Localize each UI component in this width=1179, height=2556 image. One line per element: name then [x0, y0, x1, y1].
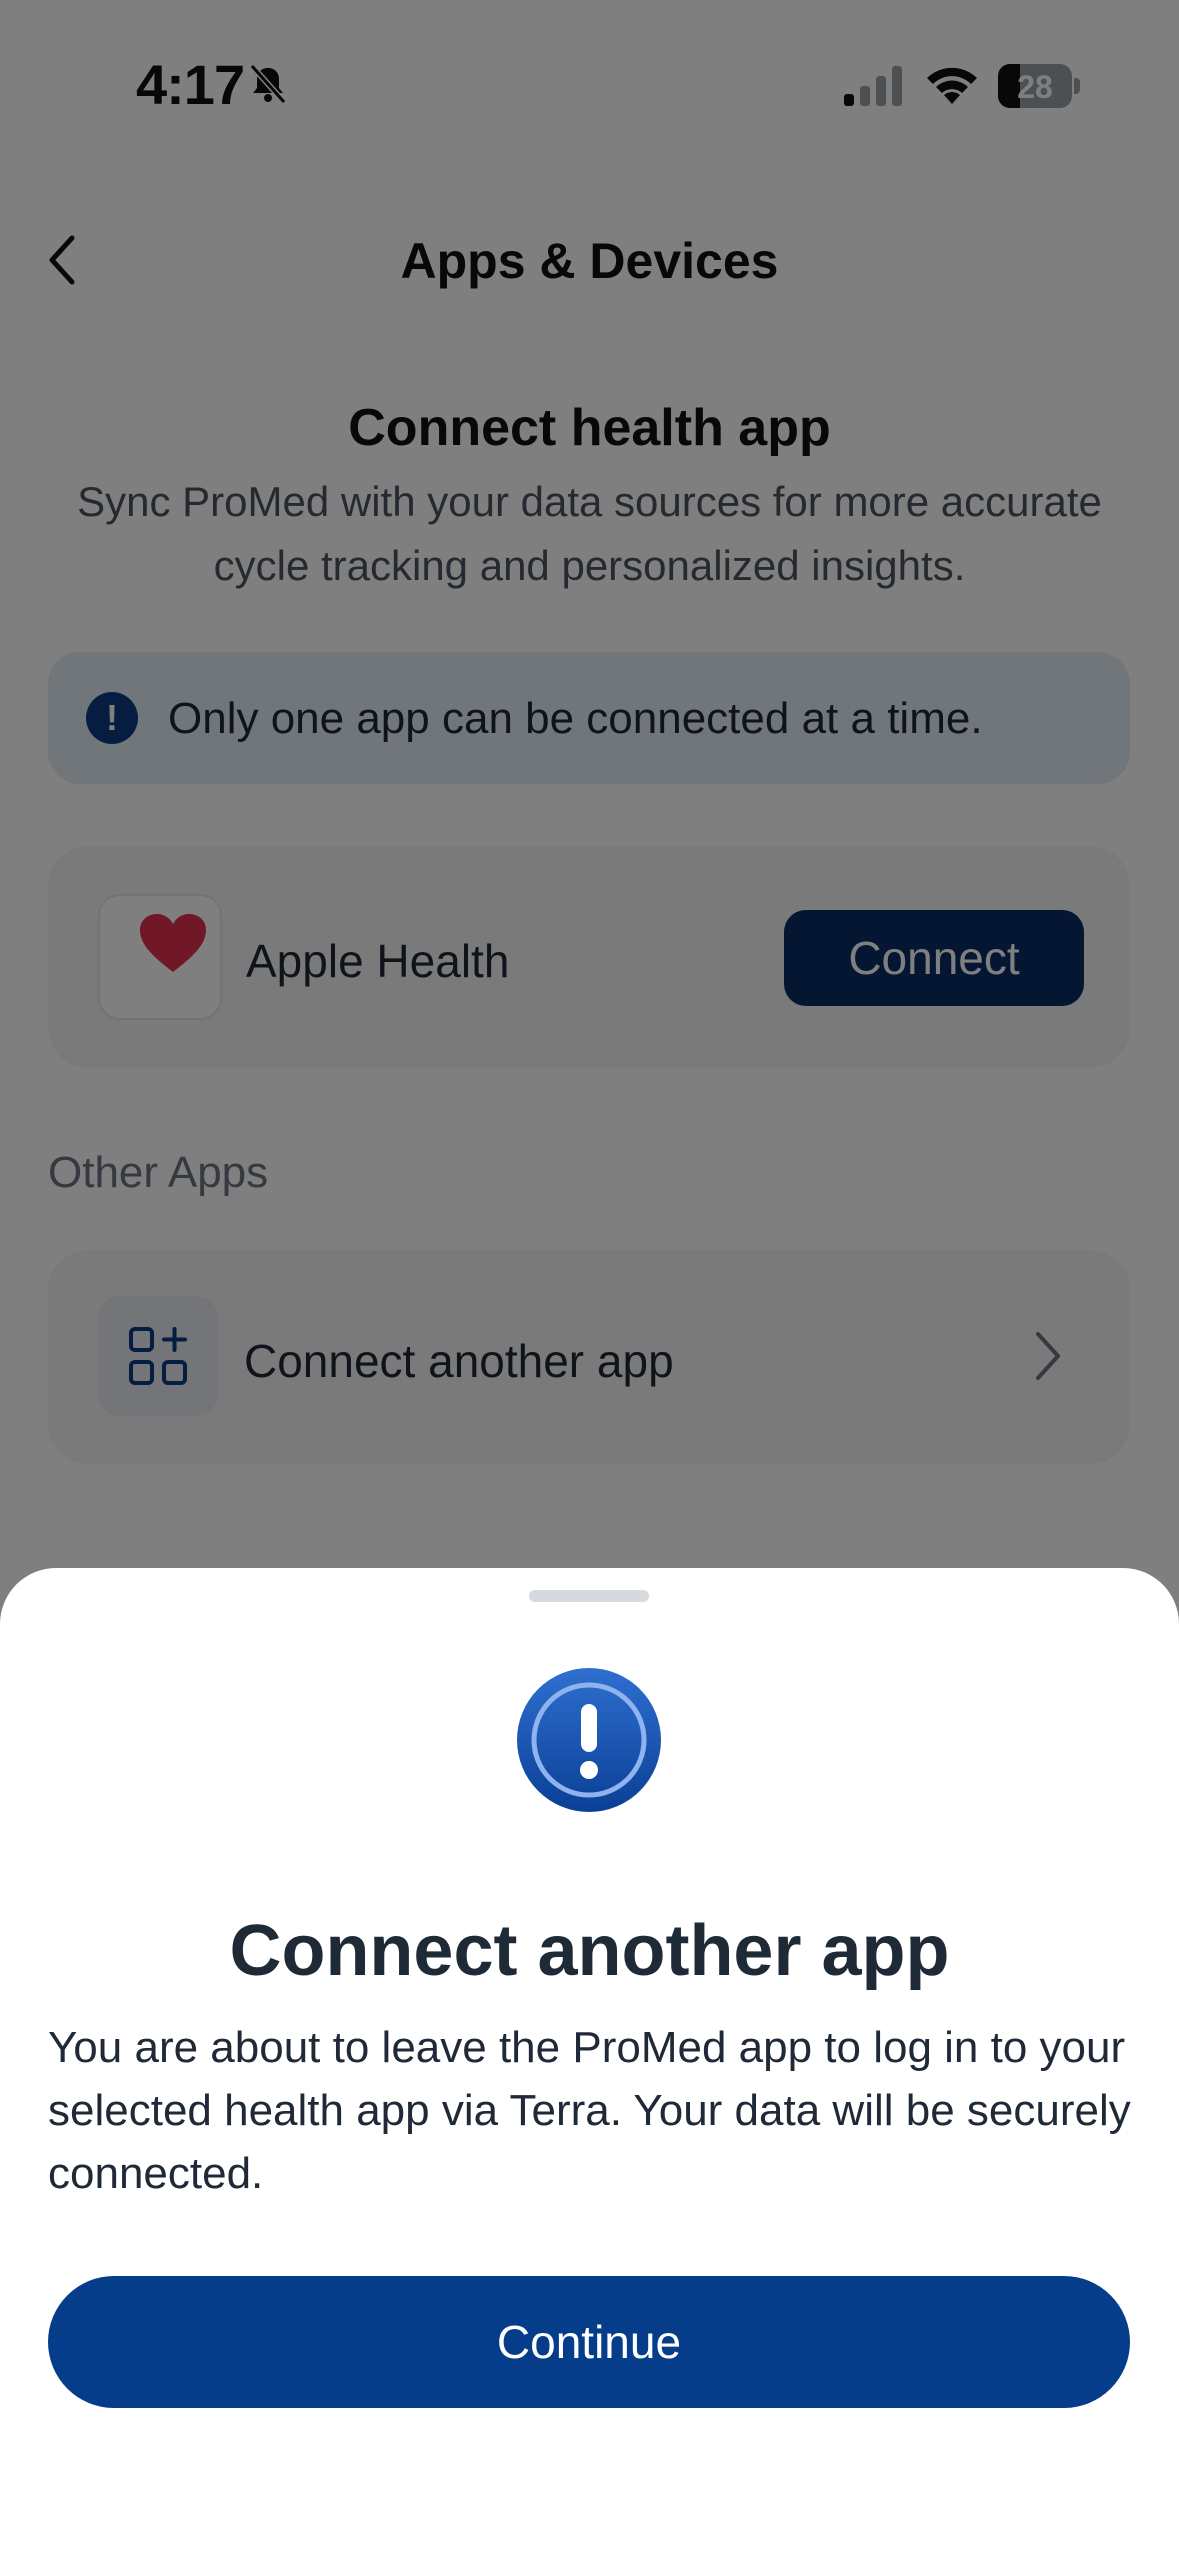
sheet-grabber[interactable]: [529, 1590, 649, 1602]
alert-icon: [517, 1668, 661, 1812]
sheet-body: You are about to leave the ProMed app to…: [48, 2023, 1131, 2198]
continue-button[interactable]: Continue: [48, 2276, 1130, 2408]
bottom-sheet: Connect another app You are about to lea…: [0, 1568, 1179, 2556]
sheet-title: Connect another app: [229, 1911, 950, 1991]
screen: 4:17 28 Apps & Devices Connect he: [0, 0, 1179, 2556]
